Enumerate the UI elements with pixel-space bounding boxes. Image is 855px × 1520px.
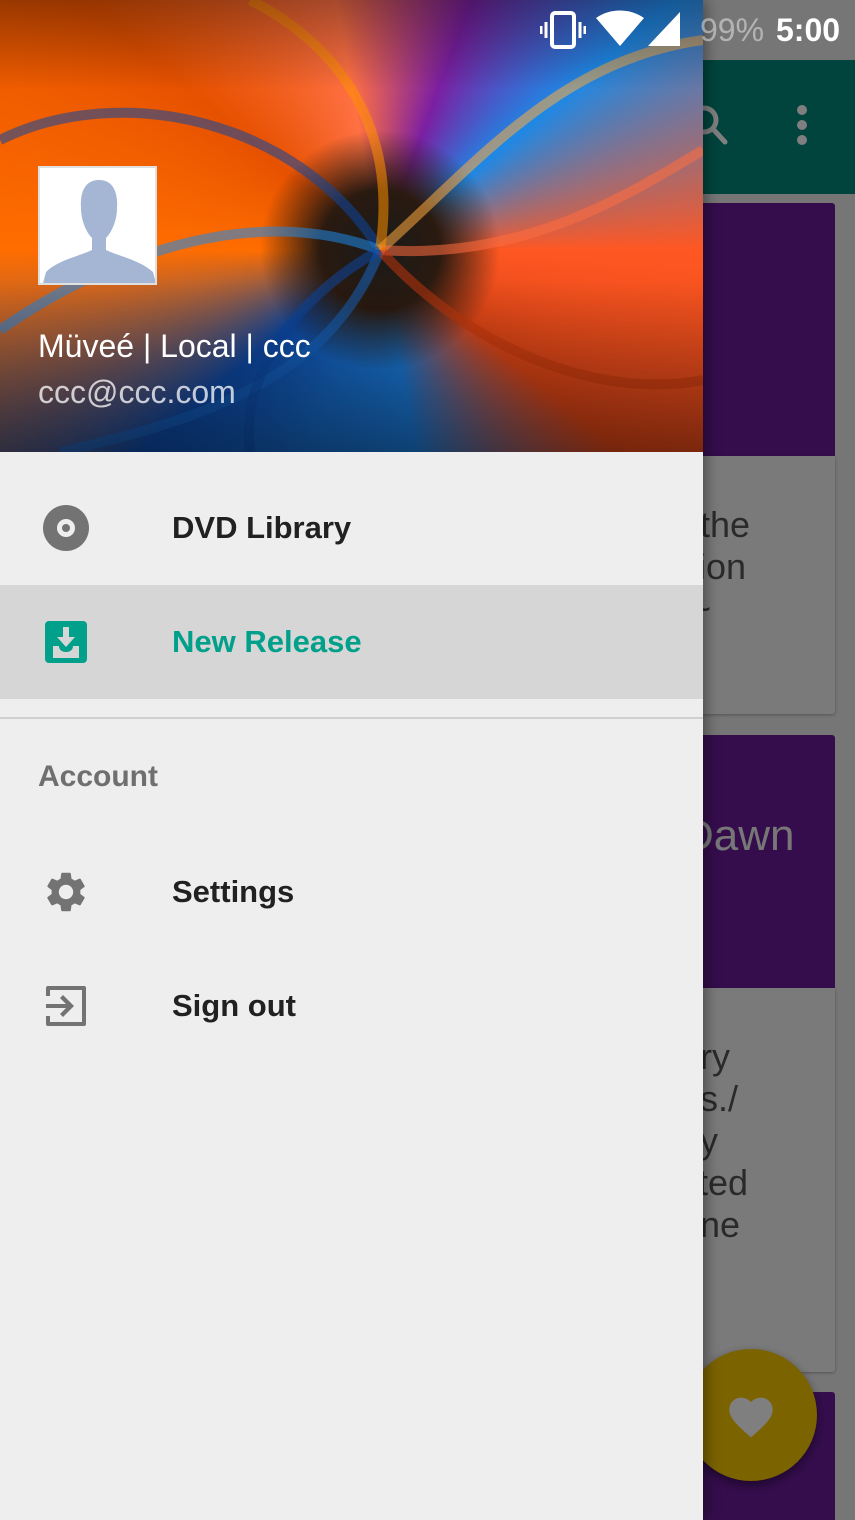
avatar[interactable]	[38, 166, 157, 285]
disc-icon	[43, 505, 89, 551]
account-email[interactable]: ccc@ccc.com	[38, 374, 236, 411]
divider	[0, 717, 703, 719]
screen: o the ction . ~ Dawn nry os./ by cted an…	[0, 0, 855, 1520]
gear-icon	[47, 872, 85, 912]
nav-item-new-release[interactable]: New Release	[0, 585, 703, 699]
exit-icon	[46, 986, 86, 1026]
drawer-header: Müveé | Local | ccc ccc@ccc.com	[0, 0, 703, 452]
section-header-account: Account	[38, 760, 158, 793]
nav-item-label: Sign out	[172, 988, 296, 1023]
navigation-drawer: Müveé | Local | ccc ccc@ccc.com DVD Libr…	[0, 0, 703, 1520]
clock: 5:00	[776, 12, 841, 48]
vibrate-icon	[540, 11, 586, 49]
download-box-icon	[45, 621, 87, 663]
nav-item-label: DVD Library	[172, 510, 352, 545]
nav-item-sign-out[interactable]: Sign out	[0, 949, 703, 1063]
nav-item-label: Settings	[172, 874, 295, 909]
battery-percentage: 99%	[700, 12, 765, 48]
wifi-icon	[596, 10, 644, 46]
default-avatar-icon	[43, 180, 155, 283]
account-name[interactable]: Müveé | Local | ccc	[38, 328, 311, 365]
cell-signal-icon	[648, 12, 680, 46]
nav-item-settings[interactable]: Settings	[0, 835, 703, 949]
nav-item-dvd-library[interactable]: DVD Library	[0, 471, 703, 585]
status-bar: 99% 5:00	[0, 0, 855, 60]
nav-item-label: New Release	[172, 624, 362, 659]
